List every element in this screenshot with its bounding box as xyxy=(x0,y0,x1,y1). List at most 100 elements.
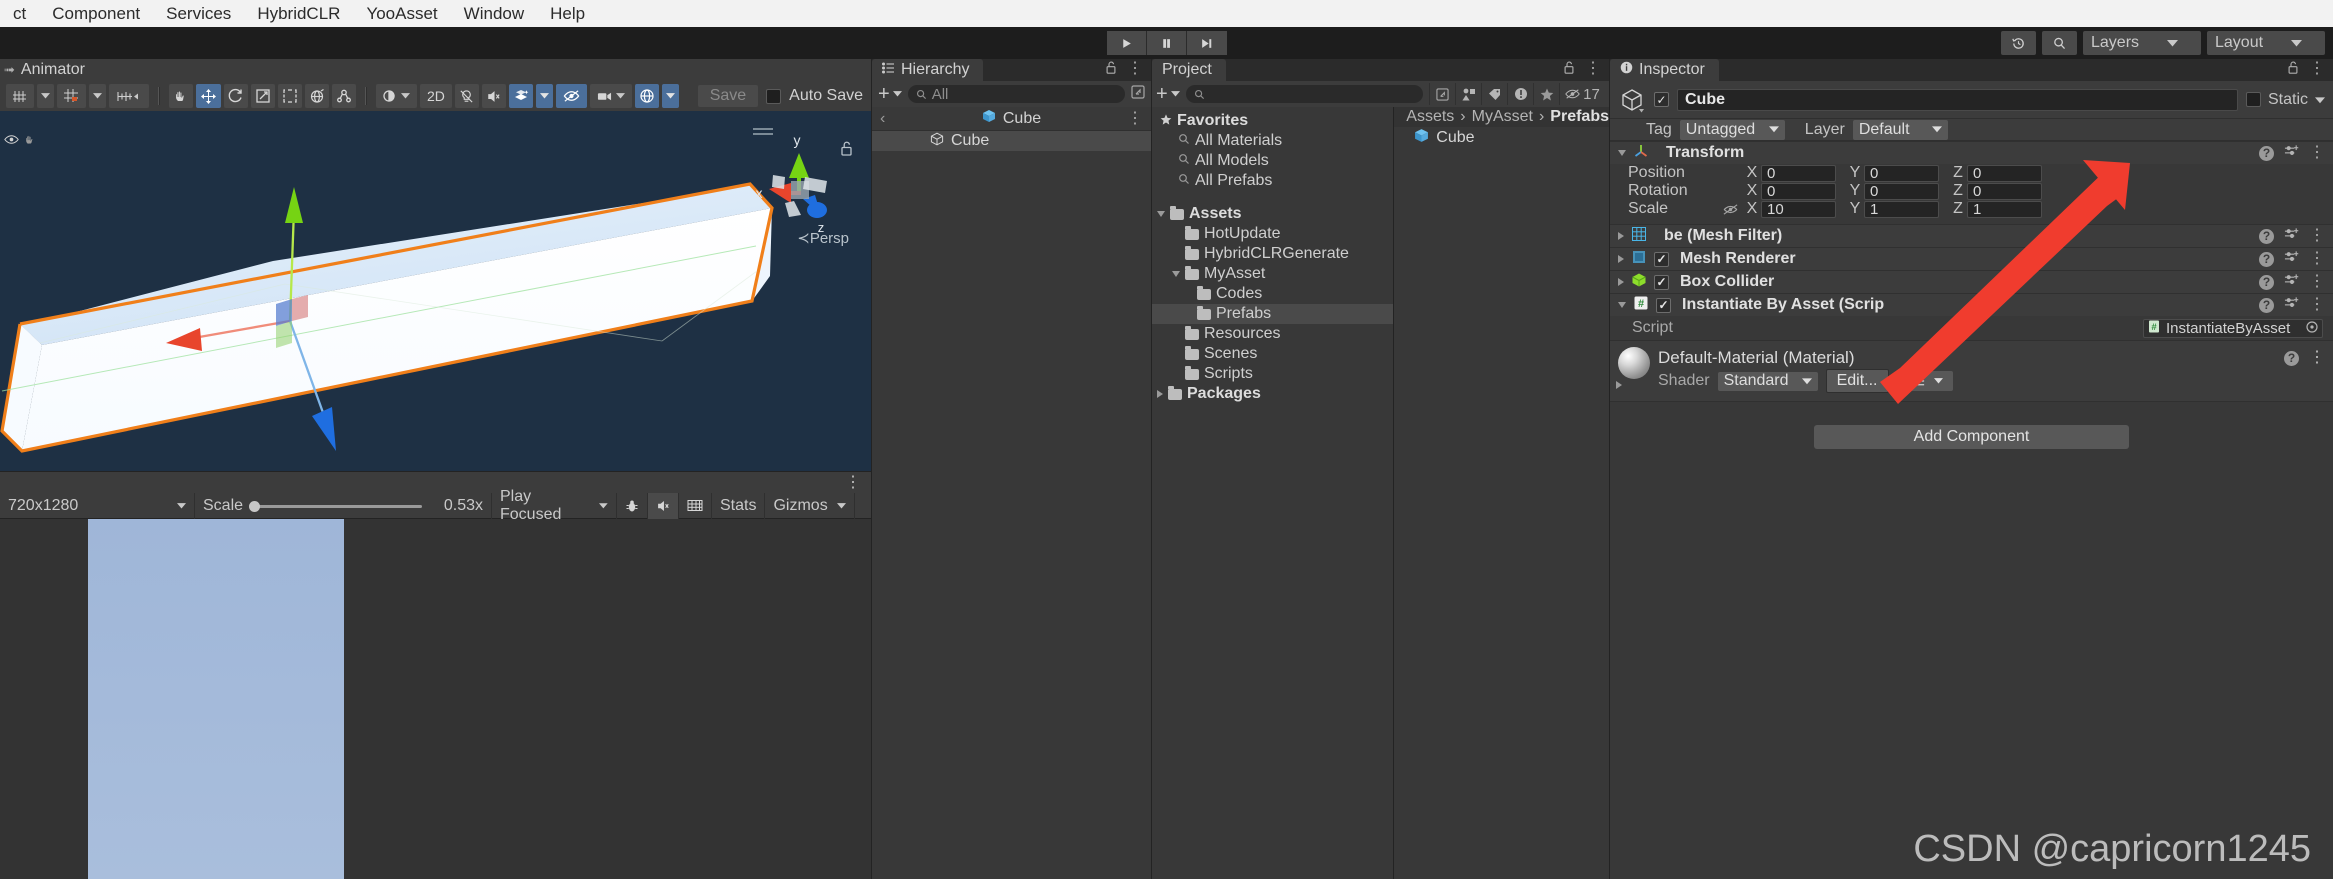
project-tree-hotupdate[interactable]: HotUpdate xyxy=(1152,224,1393,244)
project-tree-resources[interactable]: Resources xyxy=(1152,324,1393,344)
chevron-down-icon[interactable] xyxy=(1172,271,1180,277)
help-icon[interactable]: ? xyxy=(2259,252,2274,267)
component-header-mesh-filter[interactable]: be (Mesh Filter) ? ⋮ xyxy=(1610,224,2333,247)
scale-y-input[interactable]: 1 xyxy=(1864,201,1939,218)
project-tree-scenes[interactable]: Scenes xyxy=(1152,344,1393,364)
transform-tool-button[interactable] xyxy=(305,84,329,108)
scale-tool-button[interactable] xyxy=(251,84,275,108)
stats-button[interactable]: Stats xyxy=(712,493,765,519)
inspector-menu-icon[interactable]: ⋮ xyxy=(2309,66,2325,72)
help-icon[interactable]: ? xyxy=(2284,351,2299,366)
hand-tool-button[interactable] xyxy=(169,84,193,108)
search-expand-icon[interactable] xyxy=(1429,83,1455,105)
position-z-input[interactable]: 0 xyxy=(1967,165,2042,182)
scale-slider[interactable] xyxy=(249,500,424,512)
snap-increment-button[interactable] xyxy=(109,84,149,108)
project-tree-assets[interactable]: Assets xyxy=(1152,204,1393,224)
step-button[interactable] xyxy=(1187,31,1227,55)
layout-dropdown[interactable]: Layout xyxy=(2207,31,2325,55)
lock-icon[interactable] xyxy=(2287,59,2299,79)
grid-icon[interactable] xyxy=(679,493,712,519)
hierarchy-expand-icon[interactable] xyxy=(1131,84,1145,104)
component-menu-icon[interactable]: ⋮ xyxy=(2309,233,2325,239)
tag-dropdown[interactable]: Untagged xyxy=(1680,120,1785,140)
constrain-proportions-off-icon[interactable] xyxy=(1718,203,1743,216)
pivot-dropdown[interactable] xyxy=(37,84,54,108)
grid-snap-dropdown[interactable] xyxy=(89,84,106,108)
project-asset-item[interactable]: Cube xyxy=(1394,127,1609,149)
project-tree-all-materials[interactable]: All Materials xyxy=(1152,131,1393,151)
add-component-button[interactable]: Add Component xyxy=(1814,425,2129,449)
component-menu-icon[interactable]: ⋮ xyxy=(2309,256,2325,262)
play-mode-dropdown[interactable]: Play Focused xyxy=(492,493,617,519)
preset-icon[interactable] xyxy=(2284,250,2299,269)
pivot-mode-button[interactable] xyxy=(6,84,34,108)
component-menu-icon[interactable]: ⋮ xyxy=(2309,302,2325,308)
position-y-input[interactable]: 0 xyxy=(1864,165,1939,182)
prefab-menu-icon[interactable]: ⋮ xyxy=(1127,116,1143,122)
chevron-down-icon[interactable] xyxy=(1157,211,1165,217)
static-checkbox[interactable] xyxy=(2246,92,2261,107)
gizmos-toggle-button[interactable] xyxy=(635,84,659,108)
component-menu-icon[interactable]: ⋮ xyxy=(2309,150,2325,156)
game-view[interactable] xyxy=(0,519,871,879)
project-tree-all-models[interactable]: All Models xyxy=(1152,151,1393,171)
project-menu-icon[interactable]: ⋮ xyxy=(1585,66,1601,72)
object-picker-icon[interactable] xyxy=(2306,320,2318,337)
chevron-down-icon[interactable] xyxy=(1618,302,1626,308)
shader-variant-dropdown[interactable] xyxy=(1901,371,1953,391)
resolution-dropdown[interactable]: 720x1280 xyxy=(0,493,195,519)
scale-z-input[interactable]: 1 xyxy=(1967,201,2042,218)
project-content-pane[interactable]: Assets › MyAsset › Prefabs Cube xyxy=(1394,107,1609,879)
game-panel-menu-icon[interactable]: ⋮ xyxy=(845,480,861,486)
project-create-button[interactable]: + xyxy=(1156,87,1180,101)
project-tree-codes[interactable]: Codes xyxy=(1152,284,1393,304)
filter-by-type-icon[interactable] xyxy=(1455,83,1481,105)
preset-icon[interactable] xyxy=(2284,144,2299,163)
scene-view[interactable]: y x z xyxy=(0,111,871,471)
scale-slider-group[interactable]: Scale 0.53x xyxy=(195,493,492,519)
scene-lock-icon[interactable] xyxy=(840,141,853,161)
layer-dropdown[interactable]: Default xyxy=(1853,120,1948,140)
pointer-hand-icon[interactable] xyxy=(24,132,37,150)
search-icon[interactable] xyxy=(2042,31,2077,55)
component-header-mesh-renderer[interactable]: ✓ Mesh Renderer ? ⋮ xyxy=(1610,247,2333,270)
lighting-toggle-button[interactable] xyxy=(455,84,479,108)
prefab-back-button[interactable]: ‹ xyxy=(880,110,885,128)
lock-icon[interactable] xyxy=(1105,59,1117,79)
scene-camera-button[interactable] xyxy=(590,84,632,108)
component-header-box-collider[interactable]: ✓ Box Collider ? ⋮ xyxy=(1610,270,2333,293)
rect-tool-button[interactable] xyxy=(278,84,302,108)
position-x-input[interactable]: 0 xyxy=(1761,165,1836,182)
tab-project[interactable]: Project xyxy=(1152,59,1226,81)
twod-toggle-button[interactable]: 2D xyxy=(420,84,452,108)
material-expand-icon[interactable] xyxy=(1616,381,1622,389)
gameobject-enabled-checkbox[interactable]: ✓ xyxy=(1654,92,1669,107)
menu-item-6[interactable]: Help xyxy=(537,0,598,27)
gizmos-button[interactable]: Gizmos xyxy=(765,493,854,519)
gameobject-cube-icon[interactable] xyxy=(1618,86,1646,114)
favorites-filter-icon[interactable] xyxy=(1533,83,1559,105)
layers-dropdown[interactable]: Layers xyxy=(2083,31,2201,55)
chevron-down-icon[interactable] xyxy=(1618,150,1626,156)
hierarchy-search-input[interactable]: All xyxy=(908,85,1125,103)
auto-save-checkbox[interactable] xyxy=(766,89,781,104)
script-object-field[interactable]: # InstantiateByAsset xyxy=(2143,319,2323,338)
preset-icon[interactable] xyxy=(2284,273,2299,292)
gizmos-dropdown[interactable] xyxy=(662,84,679,108)
mute-audio-icon[interactable] xyxy=(648,493,679,519)
static-dropdown-icon[interactable] xyxy=(2315,91,2325,109)
breadcrumb-prefabs[interactable]: Prefabs xyxy=(1550,108,1609,126)
move-tool-button[interactable] xyxy=(196,84,221,108)
custom-tool-button[interactable] xyxy=(332,84,356,108)
project-tree-myasset[interactable]: MyAsset xyxy=(1152,264,1393,284)
shading-mode-button[interactable] xyxy=(376,84,417,108)
rotation-z-input[interactable]: 0 xyxy=(1967,183,2042,200)
material-menu-icon[interactable]: ⋮ xyxy=(2309,355,2325,361)
project-tree-prefabs[interactable]: Prefabs xyxy=(1152,304,1393,324)
menu-item-4[interactable]: YooAsset xyxy=(353,0,450,27)
chevron-right-icon[interactable] xyxy=(1618,255,1624,263)
move-gizmo[interactable] xyxy=(130,161,510,471)
shader-dropdown[interactable]: Standard xyxy=(1718,372,1818,391)
save-button[interactable]: Save xyxy=(698,85,758,107)
